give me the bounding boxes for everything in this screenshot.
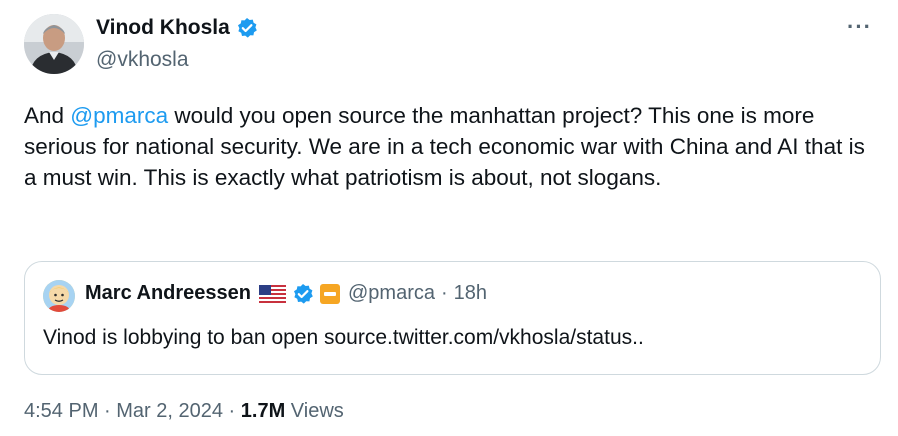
quoted-author-handle[interactable]: @pmarca bbox=[348, 282, 435, 305]
tweet-meta: 4:54 PM · Mar 2, 2024 · 1.7M Views bbox=[24, 400, 344, 423]
post-date[interactable]: Mar 2, 2024 bbox=[116, 400, 223, 422]
tweet-text-before: And bbox=[24, 103, 71, 128]
author-avatar[interactable] bbox=[24, 14, 84, 74]
more-icon[interactable]: ··· bbox=[847, 16, 872, 38]
tweet: Vinod Khosla @vkhosla ··· And @pmarca wo… bbox=[0, 0, 898, 436]
author-name-text[interactable]: Vinod Khosla bbox=[96, 16, 230, 40]
quoted-author-avatar[interactable] bbox=[43, 280, 75, 312]
post-time[interactable]: 4:54 PM bbox=[24, 400, 98, 422]
views-label: Views bbox=[285, 400, 344, 422]
author-handle[interactable]: @vkhosla bbox=[96, 48, 189, 72]
quoted-timestamp[interactable]: 18h bbox=[454, 282, 487, 305]
views-count[interactable]: 1.7M bbox=[241, 400, 285, 422]
verified-badge-icon[interactable] bbox=[292, 283, 314, 305]
affiliate-badge-icon[interactable] bbox=[320, 283, 340, 304]
quoted-separator: · bbox=[441, 282, 448, 304]
quoted-tweet-card[interactable]: Marc Andreessen @pmarca · 18h Vinod is l… bbox=[24, 261, 881, 375]
quoted-text: Vinod is lobbying to ban open source.twi… bbox=[43, 326, 644, 349]
us-flag-icon bbox=[259, 284, 286, 303]
tweet-text: And @pmarca would you open source the ma… bbox=[24, 100, 874, 193]
quoted-header: Marc Andreessen @pmarca · 18h bbox=[85, 282, 487, 305]
author-name[interactable]: Vinod Khosla bbox=[96, 16, 258, 40]
quoted-author-name[interactable]: Marc Andreessen bbox=[85, 282, 251, 305]
verified-badge-icon[interactable] bbox=[236, 17, 258, 39]
mention-link[interactable]: @pmarca bbox=[70, 103, 168, 128]
meta-separator: · bbox=[98, 400, 117, 422]
meta-separator: · bbox=[223, 400, 241, 422]
